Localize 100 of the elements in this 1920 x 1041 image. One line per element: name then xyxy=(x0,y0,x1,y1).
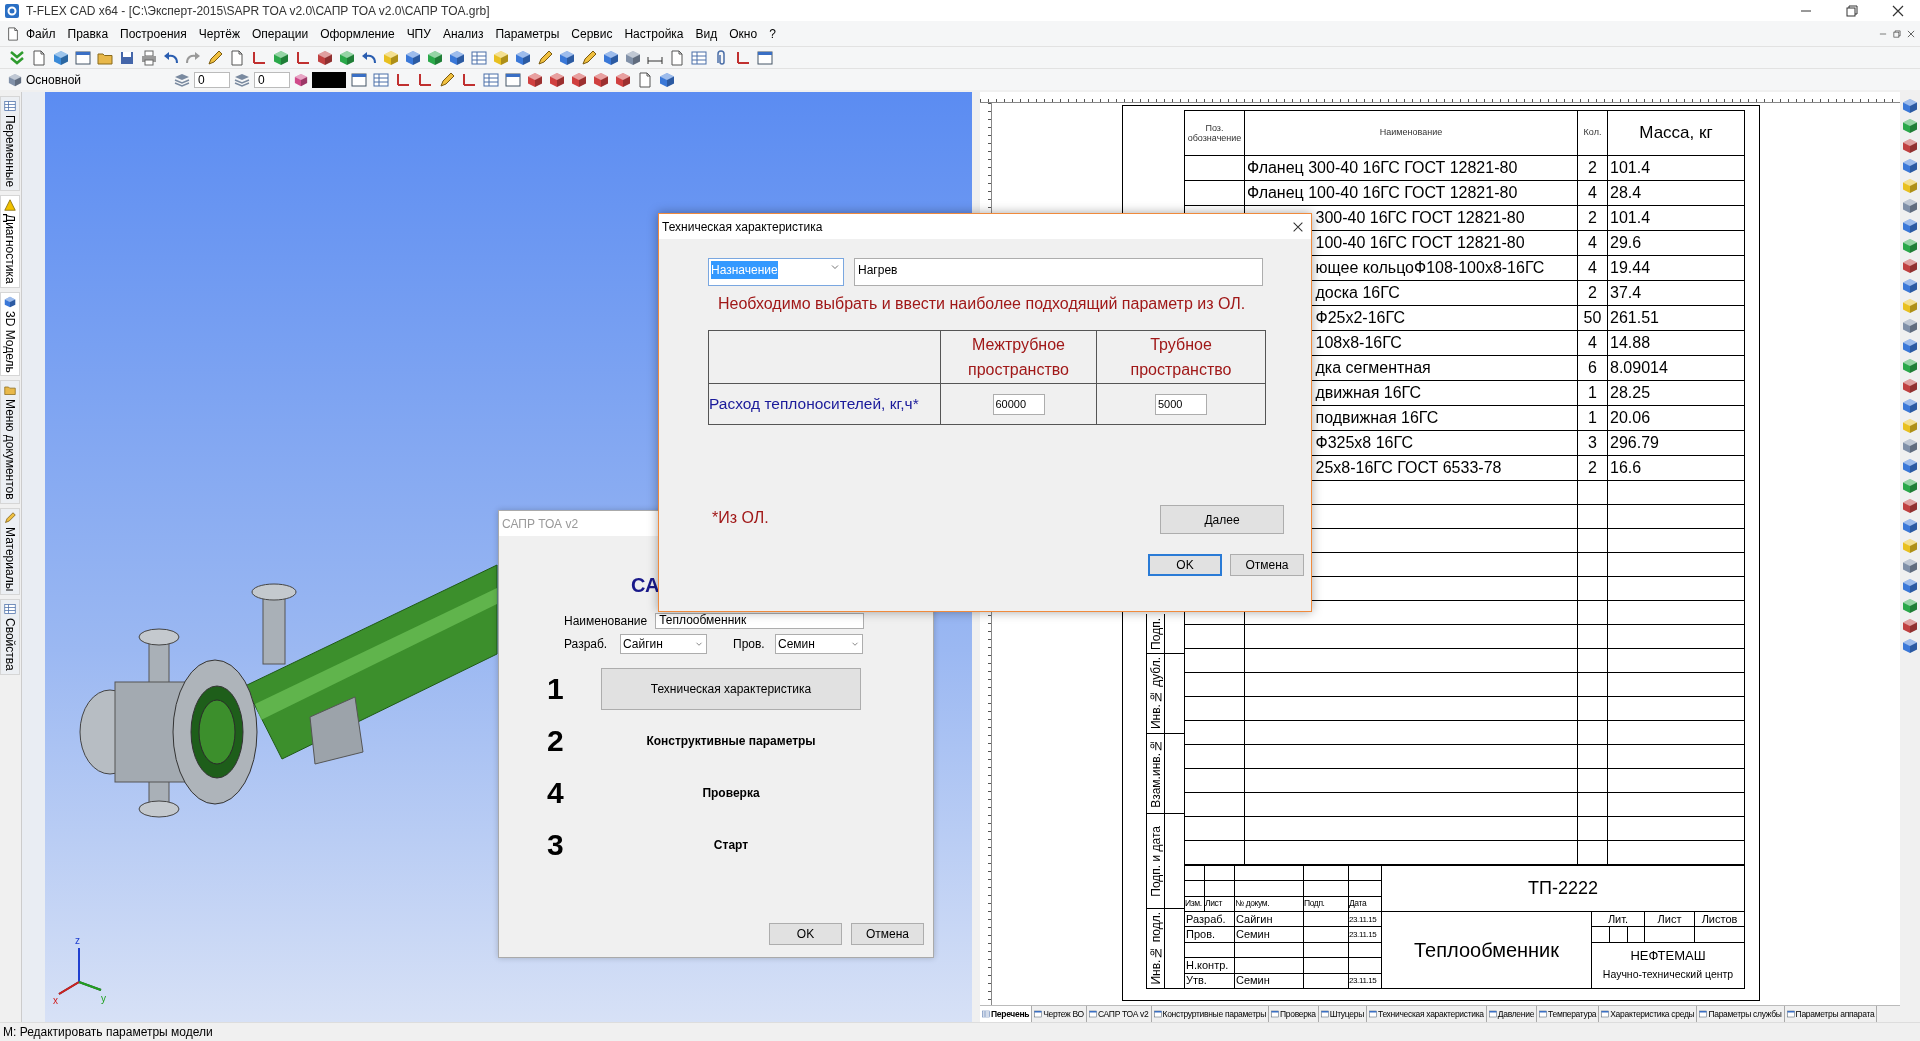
restore-icon[interactable] xyxy=(1844,2,1860,19)
axes-icon[interactable] xyxy=(295,49,311,66)
dialog-button[interactable]: OK xyxy=(769,923,842,945)
cube-icon[interactable] xyxy=(615,71,631,88)
menu-item[interactable]: Анализ xyxy=(436,22,490,45)
cube-icon[interactable] xyxy=(273,49,289,66)
cube-icon[interactable] xyxy=(1902,278,1918,294)
undo-icon[interactable] xyxy=(163,49,179,66)
menu-item[interactable]: Вид xyxy=(689,22,724,45)
cube-icon[interactable] xyxy=(1902,98,1918,114)
cube-icon[interactable] xyxy=(1902,558,1918,574)
cube-icon[interactable] xyxy=(1902,498,1918,514)
cube-icon[interactable] xyxy=(317,49,333,66)
side-tab[interactable]: Диагностика xyxy=(0,195,20,288)
menu-item[interactable]: Сервис xyxy=(565,22,619,45)
menu-item[interactable]: Настройка xyxy=(618,22,690,45)
cube-icon[interactable] xyxy=(1902,218,1918,234)
dialog-button[interactable]: OK xyxy=(1148,554,1222,576)
cube-icon[interactable] xyxy=(1902,238,1918,254)
purpose-field[interactable]: Нагрев xyxy=(854,258,1263,286)
menu-item[interactable]: Окно xyxy=(723,22,764,45)
color-swatch[interactable] xyxy=(312,71,346,88)
checker-dropdown[interactable]: Семин xyxy=(775,634,863,654)
cube-icon[interactable] xyxy=(1902,378,1918,394)
document-icon[interactable] xyxy=(637,71,653,88)
cube-icon[interactable] xyxy=(515,49,531,66)
window-icon[interactable] xyxy=(505,71,521,88)
menu-item[interactable]: ЧПУ xyxy=(400,22,437,45)
next-button[interactable]: Далее xyxy=(1160,505,1284,534)
layers-icon[interactable] xyxy=(234,71,250,88)
cube-icon[interactable] xyxy=(1902,638,1918,654)
cube-icon[interactable] xyxy=(527,71,543,88)
side-tab[interactable]: 3D Модель xyxy=(0,291,20,377)
cube-icon[interactable] xyxy=(1902,458,1918,474)
cube-icon[interactable] xyxy=(571,71,587,88)
menu-item[interactable]: Правка xyxy=(61,22,115,45)
dialog-button[interactable]: Отмена xyxy=(1230,554,1304,576)
window-icon[interactable] xyxy=(75,49,91,66)
side-tab[interactable]: Переменные xyxy=(0,96,20,192)
layers-icon[interactable] xyxy=(174,71,190,88)
cube-icon[interactable] xyxy=(1902,158,1918,174)
axes-icon[interactable] xyxy=(417,71,433,88)
cube-icon[interactable] xyxy=(1902,318,1918,334)
cube-icon[interactable] xyxy=(1902,138,1918,154)
restore-icon[interactable] xyxy=(1892,28,1902,39)
cube-icon[interactable] xyxy=(427,49,443,66)
window-icon[interactable] xyxy=(351,71,367,88)
level-field[interactable]: 0 xyxy=(254,71,290,88)
cube-icon[interactable] xyxy=(1902,598,1918,614)
cube-icon[interactable] xyxy=(1902,338,1918,354)
table-icon[interactable] xyxy=(373,71,389,88)
cube-icon[interactable] xyxy=(1902,618,1918,634)
side-tab[interactable]: Меню документов xyxy=(0,380,20,505)
cube-icon[interactable] xyxy=(405,49,421,66)
cube-icon[interactable] xyxy=(1902,578,1918,594)
layer-field[interactable]: 0 xyxy=(194,71,230,88)
cube-icon[interactable] xyxy=(549,71,565,88)
cube-icon[interactable] xyxy=(1902,478,1918,494)
cube-icon[interactable] xyxy=(1902,118,1918,134)
menu-item[interactable]: Параметры xyxy=(489,22,566,45)
dialog-button[interactable]: Отмена xyxy=(851,923,924,945)
menu-item[interactable]: Чертёж xyxy=(192,22,246,45)
name-field[interactable]: Теплообменник xyxy=(655,613,865,629)
double-chevron-icon[interactable] xyxy=(9,49,25,66)
sheet-tab[interactable]: Перечень xyxy=(980,1006,1033,1022)
menu-item[interactable]: Построения xyxy=(114,22,193,45)
cube-icon[interactable] xyxy=(1902,518,1918,534)
document-icon[interactable] xyxy=(669,49,685,66)
undo-icon[interactable] xyxy=(361,49,377,66)
menu-item[interactable]: Операции xyxy=(246,22,315,45)
cube-icon[interactable] xyxy=(1902,198,1918,214)
axes-icon[interactable] xyxy=(395,71,411,88)
pencil-icon[interactable] xyxy=(537,49,553,66)
side-tab[interactable]: Материалы xyxy=(0,508,20,596)
cube-icon[interactable] xyxy=(1902,438,1918,454)
step-button[interactable]: Техническая характеристика xyxy=(601,668,861,710)
cube-icon[interactable] xyxy=(659,71,675,88)
cube-icon[interactable] xyxy=(1902,358,1918,374)
cube-icon[interactable] xyxy=(603,49,619,66)
value-field[interactable]: 60000 xyxy=(992,393,1045,415)
document-icon[interactable] xyxy=(229,49,245,66)
redo-icon[interactable] xyxy=(185,49,201,66)
axes-icon[interactable] xyxy=(735,49,751,66)
table-icon[interactable] xyxy=(691,49,707,66)
value-field[interactable]: 5000 xyxy=(1155,393,1207,415)
table-icon[interactable] xyxy=(471,49,487,66)
axes-icon[interactable] xyxy=(461,71,477,88)
cube-icon[interactable] xyxy=(559,49,575,66)
cube-icon[interactable] xyxy=(449,49,465,66)
cube-icon[interactable] xyxy=(1902,258,1918,274)
cube-icon[interactable] xyxy=(294,72,308,87)
pencil-icon[interactable] xyxy=(581,49,597,66)
window-icon[interactable] xyxy=(757,49,773,66)
table-icon[interactable] xyxy=(483,71,499,88)
developer-dropdown[interactable]: Сайгин xyxy=(620,634,707,654)
side-tab[interactable]: Свойства xyxy=(0,599,20,676)
cube-icon[interactable] xyxy=(593,71,609,88)
menu-item[interactable]: Файл xyxy=(20,22,62,45)
axes-icon[interactable] xyxy=(251,49,267,66)
menu-item[interactable]: ? xyxy=(763,22,782,45)
